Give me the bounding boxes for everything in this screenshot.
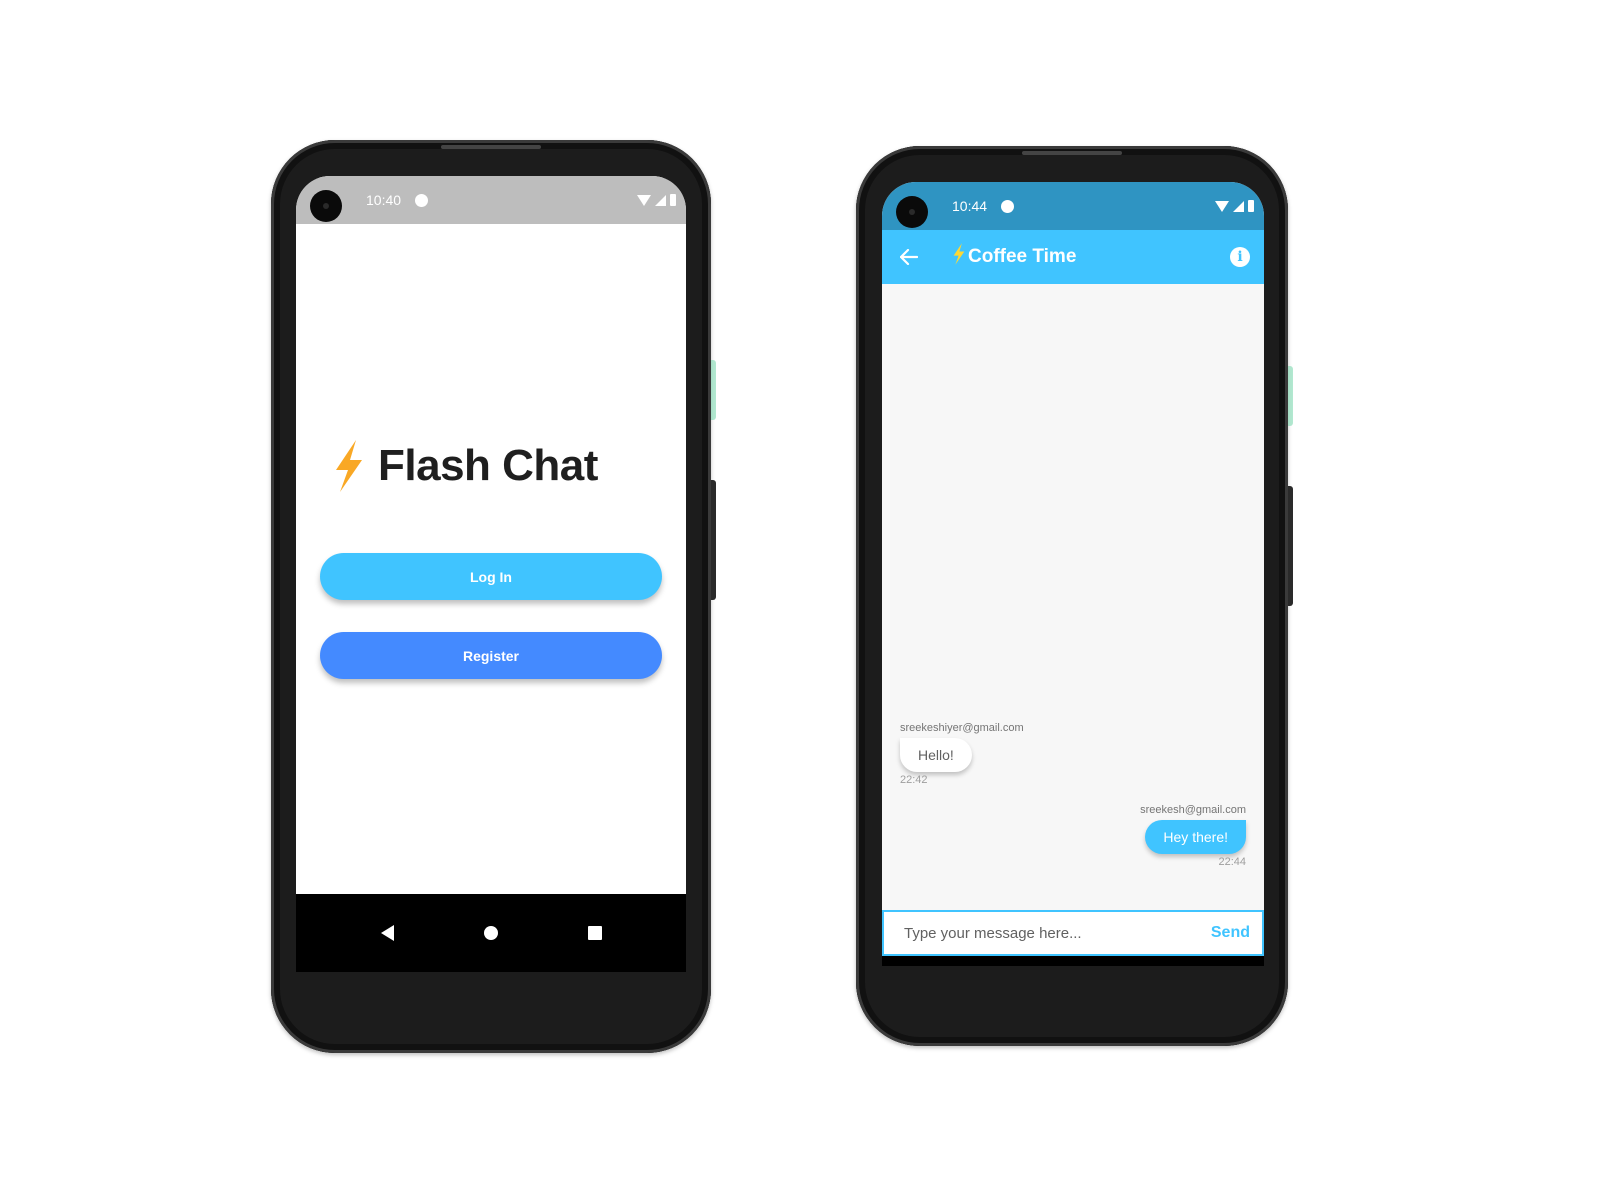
notification-icon (415, 193, 429, 207)
side-volume-button (1288, 486, 1293, 606)
login-button[interactable]: Log In (320, 553, 662, 600)
message-sender: sreekeshiyer@gmail.com (900, 722, 1024, 734)
side-power-button (711, 360, 716, 420)
back-triangle-icon[interactable] (380, 925, 394, 941)
chat-title-text: Coffee Time (968, 246, 1077, 267)
message-input[interactable] (902, 923, 1211, 943)
home-circle-icon[interactable] (483, 926, 498, 940)
status-icons (1215, 200, 1254, 212)
status-time: 10:44 (952, 198, 988, 214)
info-icon[interactable]: i (1230, 247, 1250, 267)
message-bubble-received: Hello! (900, 738, 972, 772)
message-bubble-sent: Hey there! (1145, 820, 1246, 854)
signal-icon (1233, 200, 1244, 212)
wifi-icon (1215, 200, 1229, 212)
battery-icon (670, 194, 676, 206)
brand-header: Flash Chat (332, 440, 598, 492)
earpiece-speaker (441, 145, 541, 149)
message-sender: sreekesh@gmail.com (1140, 804, 1246, 816)
welcome-content: Flash Chat Log In Register (296, 224, 686, 894)
system-nav-bar (296, 894, 686, 972)
status-bar: 10:44 (882, 182, 1264, 230)
phone-chat-screen: 10:44 Coffee Time i sreekeshiyer@gmail.c… (856, 146, 1293, 1046)
lightning-bolt-icon (332, 440, 366, 492)
signal-icon (655, 194, 666, 206)
send-button[interactable]: Send (1211, 924, 1250, 942)
lightning-bolt-icon (952, 243, 968, 271)
wifi-icon (637, 194, 651, 206)
recents-square-icon[interactable] (587, 926, 602, 940)
login-screen: 10:40 Flash Chat Log In Register (296, 176, 686, 972)
system-nav-bar (882, 956, 1264, 966)
status-time: 10:40 (366, 192, 402, 208)
status-bar: 10:40 (296, 176, 686, 224)
phone-login-screen: 10:40 Flash Chat Log In Register (271, 140, 716, 1053)
app-title: Flash Chat (378, 441, 598, 490)
front-camera (310, 190, 342, 222)
front-camera (896, 196, 928, 228)
message-time: 22:42 (900, 774, 928, 786)
chat-app-bar: Coffee Time i (882, 230, 1264, 284)
battery-icon (1248, 200, 1254, 212)
message-time: 22:44 (1218, 856, 1246, 868)
chat-title: Coffee Time (952, 243, 1076, 271)
back-arrow-icon[interactable] (900, 248, 918, 266)
notification-icon (1001, 199, 1015, 213)
register-button[interactable]: Register (320, 632, 662, 679)
side-volume-button (711, 480, 716, 600)
chat-screen: 10:44 Coffee Time i sreekeshiyer@gmail.c… (882, 182, 1264, 966)
side-power-button (1288, 366, 1293, 426)
message-composer: Send (882, 910, 1264, 956)
message-list: sreekeshiyer@gmail.com Hello! 22:42 sree… (882, 284, 1264, 910)
earpiece-speaker (1022, 151, 1122, 155)
status-icons (637, 194, 676, 206)
